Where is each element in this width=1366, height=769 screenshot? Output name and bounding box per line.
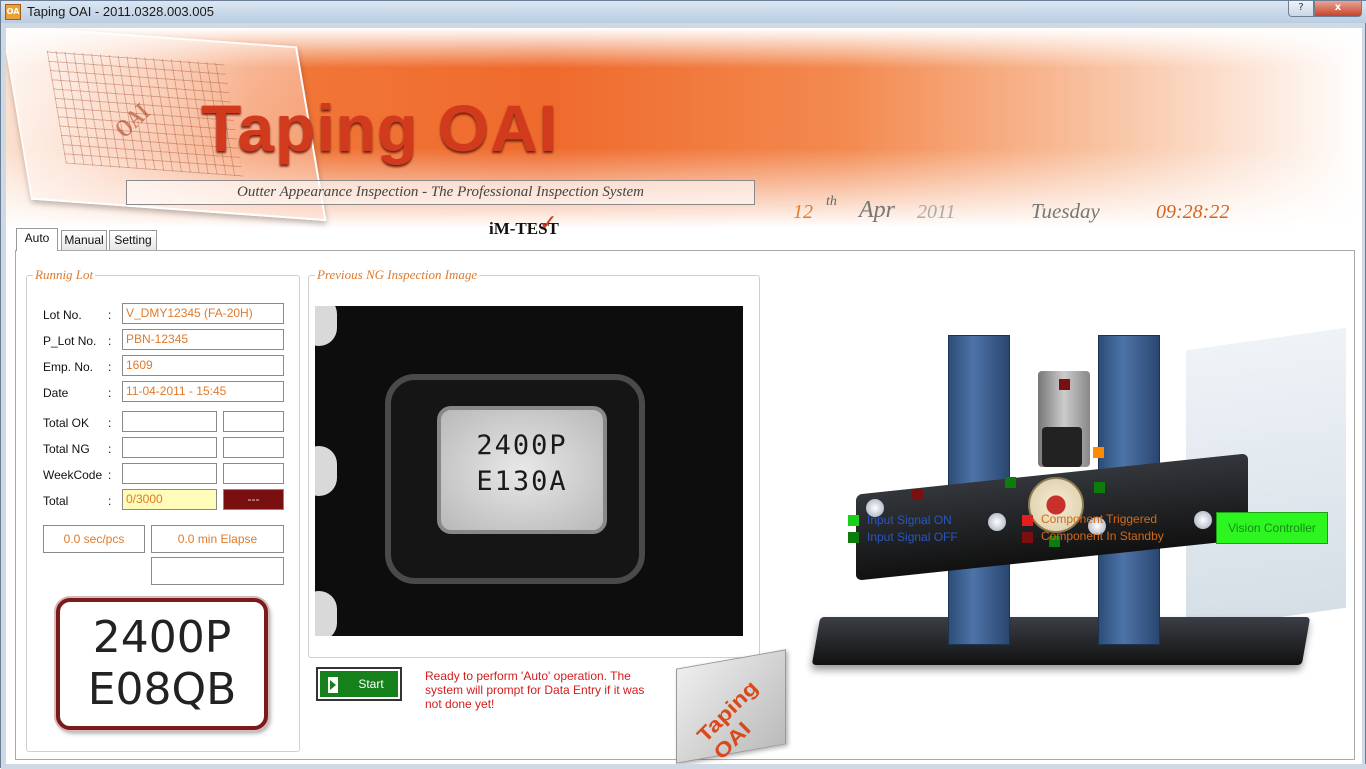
date-day: 12 xyxy=(793,201,813,223)
ng-image-group: Previous NG Inspection Image 2400P E130A xyxy=(308,267,760,658)
tab-auto[interactable]: Auto xyxy=(16,228,58,251)
total-label: Total xyxy=(43,494,69,508)
triggered-swatch xyxy=(1022,515,1033,526)
elapsed-display: 0.0 min Elapse xyxy=(151,525,284,553)
total-ok-label: Total OK xyxy=(43,416,90,430)
emp-no-label: Emp. No. xyxy=(43,360,94,374)
help-button[interactable]: ? xyxy=(1288,1,1314,17)
colon: : xyxy=(108,360,112,374)
emp-no-field[interactable]: 1609 xyxy=(122,355,284,376)
colon: : xyxy=(108,416,112,430)
close-button[interactable]: x xyxy=(1314,1,1362,17)
extra-display xyxy=(151,557,284,585)
machine-base xyxy=(811,617,1311,665)
total-ng-percent-field xyxy=(223,437,284,458)
chip-marking-line-2: E130A xyxy=(476,466,568,497)
component-chip: 2400P E130A xyxy=(437,406,607,534)
vision-controller-button[interactable]: Vision Controller xyxy=(1216,512,1328,544)
status-message: Ready to perform 'Auto' operation. The s… xyxy=(425,669,645,711)
standby-label: Component In Standby xyxy=(1041,529,1164,543)
colon: : xyxy=(108,442,112,456)
tape-sprocket-hole xyxy=(315,306,337,346)
running-lot-group: Runnig Lot Lot No. : V_DMY12345 (FA-20H)… xyxy=(26,267,300,752)
total-ok-percent-field xyxy=(223,411,284,432)
play-icon xyxy=(328,677,338,693)
date-field[interactable]: 11-04-2011 - 15:45 xyxy=(122,381,284,402)
title-bar[interactable]: OA Taping OAI - 2011.0328.003.005 ? x xyxy=(1,1,1366,23)
window-bottom-border xyxy=(1,764,1366,769)
camera-signal-indicator xyxy=(1059,379,1070,390)
triggered-label: Component Triggered xyxy=(1041,512,1158,526)
tab-manual[interactable]: Manual xyxy=(61,230,107,250)
start-label: Start xyxy=(358,677,384,691)
window-title: Taping OAI - 2011.0328.003.005 xyxy=(27,4,214,19)
camera-lens xyxy=(1042,427,1082,467)
weekcode-extra-field[interactable] xyxy=(223,463,284,484)
p-lot-no-field[interactable]: PBN-12345 xyxy=(122,329,284,350)
application-window: OA Taping OAI - 2011.0328.003.005 ? x OA… xyxy=(0,0,1366,769)
weekcode-field[interactable] xyxy=(122,463,217,484)
oai-logo-tile: Taping OAI xyxy=(676,649,786,764)
tab-setting[interactable]: Setting xyxy=(109,230,157,250)
colon: : xyxy=(108,386,112,400)
lot-no-field[interactable]: V_DMY12345 (FA-20H) xyxy=(122,303,284,324)
total-ng-label: Total NG xyxy=(43,442,90,456)
standby-swatch xyxy=(1022,532,1033,543)
app-logo-icon[interactable]: OA xyxy=(5,4,21,20)
part-marking-line-2: E08QB xyxy=(87,664,237,715)
speed-display: 0.0 sec/pcs xyxy=(43,525,145,553)
app-subtitle: Outter Appearance Inspection - The Profe… xyxy=(126,180,755,205)
ng-inspection-image: 2400P E130A xyxy=(315,306,743,636)
client-area: OAI Taping OAI Outter Appearance Inspect… xyxy=(6,28,1362,764)
input-on-label: Input Signal ON xyxy=(867,513,952,527)
sensor-signal-indicator xyxy=(1005,477,1016,488)
ng-image-title: Previous NG Inspection Image xyxy=(315,267,480,283)
colon: : xyxy=(108,494,112,508)
colon: : xyxy=(108,334,112,348)
lot-no-label: Lot No. xyxy=(43,308,82,322)
total-status-field: --- xyxy=(223,489,284,510)
light-signal-indicator xyxy=(1093,447,1104,458)
date-month: Apr xyxy=(859,197,895,223)
left-signal-indicator xyxy=(912,489,923,500)
tape-sprocket-hole xyxy=(315,446,337,496)
sensor-signal-indicator xyxy=(1094,482,1105,493)
colon: : xyxy=(108,308,112,322)
weekcode-label: WeekCode xyxy=(43,468,103,482)
input-on-swatch xyxy=(848,515,859,526)
clock-time: 09:28:22 xyxy=(1156,201,1230,223)
start-button-face[interactable]: Start xyxy=(320,671,398,697)
oai-logo-text: Taping OAI xyxy=(692,675,763,764)
part-marking-line-1: 2400P xyxy=(92,612,232,663)
chip-marking-line-1: 2400P xyxy=(476,430,568,461)
date-year: 2011 xyxy=(917,201,956,223)
colon: : xyxy=(108,468,112,482)
brand-check-icon: ✓ xyxy=(539,211,558,236)
date-weekday: Tuesday xyxy=(1031,199,1100,223)
running-lot-title: Runnig Lot xyxy=(33,267,96,283)
input-off-swatch xyxy=(848,532,859,543)
app-title: Taping OAI xyxy=(201,91,559,165)
start-button[interactable]: Start xyxy=(316,667,402,701)
p-lot-no-label: P_Lot No. xyxy=(43,334,97,348)
date-label: Date xyxy=(43,386,69,400)
machine-diagram xyxy=(806,299,1346,719)
total-count-field: 0/3000 xyxy=(122,489,217,510)
total-ok-field xyxy=(122,411,217,432)
tape-sprocket-hole xyxy=(315,591,337,636)
input-off-label: Input Signal OFF xyxy=(867,530,958,544)
part-marking-display: 2400P E08QB xyxy=(56,598,268,730)
auto-tab-panel: Runnig Lot Lot No. : V_DMY12345 (FA-20H)… xyxy=(15,250,1355,764)
date-day-suffix: th xyxy=(826,194,837,209)
total-ng-field xyxy=(122,437,217,458)
